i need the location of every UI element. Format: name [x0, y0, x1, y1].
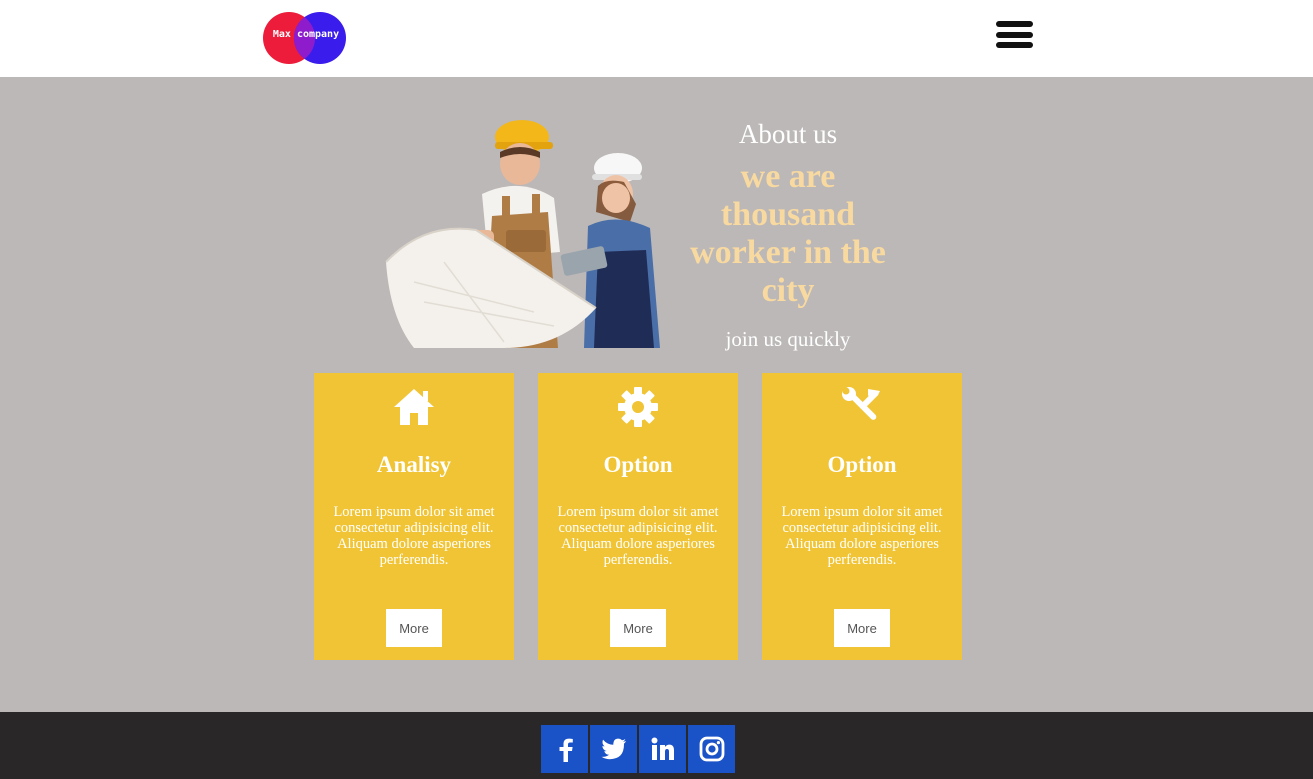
service-card: Option Lorem ipsum dolor sit amet consec…: [762, 373, 962, 660]
twitter-icon[interactable]: [590, 725, 637, 773]
gear-icon: [616, 385, 660, 429]
about-title: About us: [738, 119, 838, 149]
card-description: Lorem ipsum dolor sit amet consectetur a…: [781, 504, 943, 568]
more-button[interactable]: More: [386, 609, 442, 647]
service-card: Option Lorem ipsum dolor sit amet consec…: [538, 373, 738, 660]
service-card: Analisy Lorem ipsum dolor sit amet conse…: [314, 373, 514, 660]
about-section: About us we are thousand worker in the c…: [690, 112, 886, 353]
tools-icon: [840, 385, 884, 429]
card-description: Lorem ipsum dolor sit amet consectetur a…: [557, 504, 719, 568]
linkedin-icon[interactable]: [639, 725, 686, 773]
card-title: Option: [827, 452, 897, 477]
more-button[interactable]: More: [834, 609, 890, 647]
more-button[interactable]: More: [610, 609, 666, 647]
home-icon: [392, 385, 436, 429]
site-header: Max company: [0, 0, 1313, 77]
company-logo[interactable]: Max company: [263, 12, 347, 64]
hamburger-menu-icon[interactable]: [996, 21, 1033, 48]
card-title: Analisy: [376, 452, 452, 477]
card-description: Lorem ipsum dolor sit amet consectetur a…: [333, 504, 495, 568]
logo-text: Max company: [272, 29, 340, 40]
hero-subtitle: join us quickly: [725, 327, 851, 351]
hero-tagline: we are thousand worker in the city: [690, 158, 886, 309]
construction-workers-image: [384, 112, 664, 348]
card-title: Option: [603, 452, 673, 477]
instagram-icon[interactable]: [688, 725, 735, 773]
facebook-icon[interactable]: [541, 725, 588, 773]
